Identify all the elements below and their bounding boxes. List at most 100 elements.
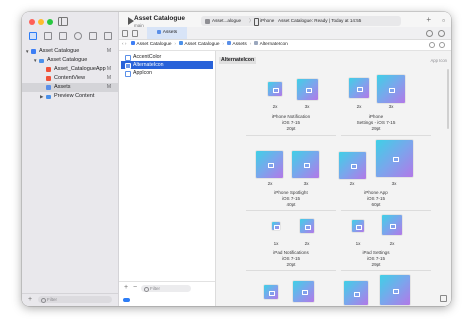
asset-item-appicon[interactable]: AppIcon (121, 69, 213, 77)
nav-item-app-file[interactable]: Asset_CatalogueApp M (22, 65, 118, 74)
breadcrumb: ‹ › Asset Catalogue › Asset Catalogue › … (119, 40, 451, 51)
sidebar-toggle-icon[interactable] (58, 17, 68, 26)
nav-item-project[interactable]: ▼ Asset Catalogue M (22, 47, 118, 56)
filter-toggle-icon[interactable] (123, 298, 130, 302)
asset-filter-field[interactable]: Filter (141, 284, 191, 292)
scale-label: 2x (349, 181, 355, 186)
breadcrumb-item[interactable]: Asset Catalogue (136, 42, 171, 47)
nav-item-preview-content[interactable]: ▶ Preview Content (22, 92, 118, 101)
icon-slot[interactable] (272, 222, 280, 230)
editor-options-icon[interactable] (426, 30, 433, 37)
scheme-selector[interactable]: Asset...alogue (212, 16, 241, 26)
symbol-navigator-icon[interactable] (59, 32, 67, 40)
icon-slot[interactable] (349, 78, 369, 98)
folder-icon (39, 58, 44, 63)
icon-slot[interactable] (264, 285, 278, 299)
minimize-window-button[interactable] (38, 19, 44, 25)
scale-label: 2x (272, 104, 278, 109)
breadcrumb-item[interactable]: Asset Catalogue (184, 42, 219, 47)
icon-slot[interactable] (352, 220, 364, 232)
folder-icon (178, 41, 183, 46)
adjust-editor-icon[interactable] (439, 42, 445, 48)
asset-item-alternateicon[interactable]: AlternateIcon (121, 61, 213, 69)
app-icon-set-icon (125, 70, 131, 77)
vertical-scrollbar[interactable] (447, 69, 449, 129)
disclosure-open-icon[interactable]: ▼ (33, 56, 37, 65)
scale-label: 3x (388, 104, 394, 109)
slot-group-label: iPad Notifications iOS 7-15 20pt (273, 250, 309, 267)
icon-slot[interactable] (339, 152, 366, 179)
icon-slot[interactable] (380, 275, 410, 305)
breadcrumb-item[interactable]: AlternateIcon (260, 42, 288, 47)
slot-group-label: iPhone Settings - iOS 7-15 29pt (356, 114, 396, 131)
debug-area-toggle-icon[interactable] (440, 295, 447, 302)
issue-navigator-icon[interactable] (89, 32, 97, 40)
project-icon (31, 49, 36, 54)
navigator-filter-field[interactable]: Filter (38, 296, 112, 303)
back-forward-icon[interactable] (132, 30, 138, 37)
add-asset-button[interactable]: + (124, 283, 128, 293)
asset-item-accentcolor[interactable]: AccentColor (121, 53, 213, 61)
icon-slot[interactable] (300, 219, 314, 233)
scheme-icon (205, 18, 210, 24)
tab-assets[interactable]: Assets (147, 27, 187, 39)
slot-group-label: iPhone App iOS 7-15 60pt (364, 190, 388, 207)
disclosure-closed-icon[interactable]: ▶ (40, 92, 43, 101)
icon-slot[interactable] (377, 75, 405, 103)
icon-slot[interactable] (382, 215, 402, 235)
icon-slot[interactable] (268, 82, 282, 96)
asset-catalog-icon (226, 41, 231, 46)
add-library-button[interactable]: + (426, 15, 431, 25)
asset-list: AccentColor AlternateIcon AppIcon + − Fi… (119, 51, 216, 306)
scale-label: 3x (391, 181, 397, 186)
folder-icon (46, 94, 51, 99)
modified-badge: M (106, 66, 111, 72)
issue-indicator-icon[interactable] (429, 42, 435, 48)
test-navigator-icon[interactable] (104, 32, 112, 40)
project-icon (130, 41, 135, 46)
filter-icon (41, 298, 46, 303)
project-navigator: ▼ Asset Catalogue M ▼ Asset Catalogue As… (22, 12, 157, 306)
icon-slot[interactable] (292, 151, 319, 178)
nav-item-group[interactable]: ▼ Asset Catalogue (22, 56, 118, 65)
back-forward-icon[interactable]: ‹ › (122, 40, 127, 50)
app-icon-set-icon (254, 41, 259, 46)
icon-slot[interactable] (344, 281, 368, 305)
asset-title: AlternateIcon (219, 57, 257, 64)
icon-slot[interactable] (376, 140, 413, 177)
source-control-icon[interactable] (44, 32, 52, 40)
scale-label: 3x (303, 181, 309, 186)
asset-type-label: App Icon (430, 58, 447, 63)
xcode-window: ▼ Asset Catalogue M ▼ Asset Catalogue As… (22, 12, 451, 306)
modified-badge: M (106, 75, 111, 81)
swift-file-icon (46, 67, 51, 72)
inspector-toggle-icon[interactable]: ▫ (442, 16, 445, 26)
scale-label: 2x (267, 181, 273, 186)
filter-icon (144, 286, 149, 292)
icon-slot[interactable] (256, 151, 283, 178)
iphone-icon (254, 18, 259, 26)
icon-slot[interactable] (297, 79, 318, 100)
zoom-window-button[interactable] (47, 19, 53, 25)
disclosure-open-icon[interactable]: ▼ (25, 47, 29, 56)
scale-label: 1x (273, 241, 279, 246)
project-navigator-icon[interactable] (29, 32, 37, 40)
find-navigator-icon[interactable] (74, 32, 82, 40)
icon-slot[interactable] (293, 281, 314, 302)
related-items-icon[interactable] (122, 30, 128, 37)
remove-asset-button[interactable]: − (133, 283, 137, 293)
scale-label: 1x (355, 241, 361, 246)
add-file-button[interactable]: + (28, 295, 32, 305)
editor-tab-bar: Assets (119, 27, 451, 40)
scale-label: 2x (389, 241, 395, 246)
scale-label: 3x (304, 104, 310, 109)
breadcrumb-item[interactable]: Assets (232, 42, 246, 47)
split-editor-icon[interactable] (438, 30, 445, 37)
nav-item-contentview[interactable]: ContentView M (22, 74, 118, 83)
close-window-button[interactable] (29, 19, 35, 25)
device-selector[interactable]: iPhone (260, 16, 274, 26)
nav-item-assets[interactable]: Assets M (22, 83, 118, 92)
slot-group-label: iPad Settings iOS 7-15 29pt (362, 250, 390, 267)
color-set-icon (125, 54, 131, 61)
asset-catalog-icon (46, 85, 51, 90)
